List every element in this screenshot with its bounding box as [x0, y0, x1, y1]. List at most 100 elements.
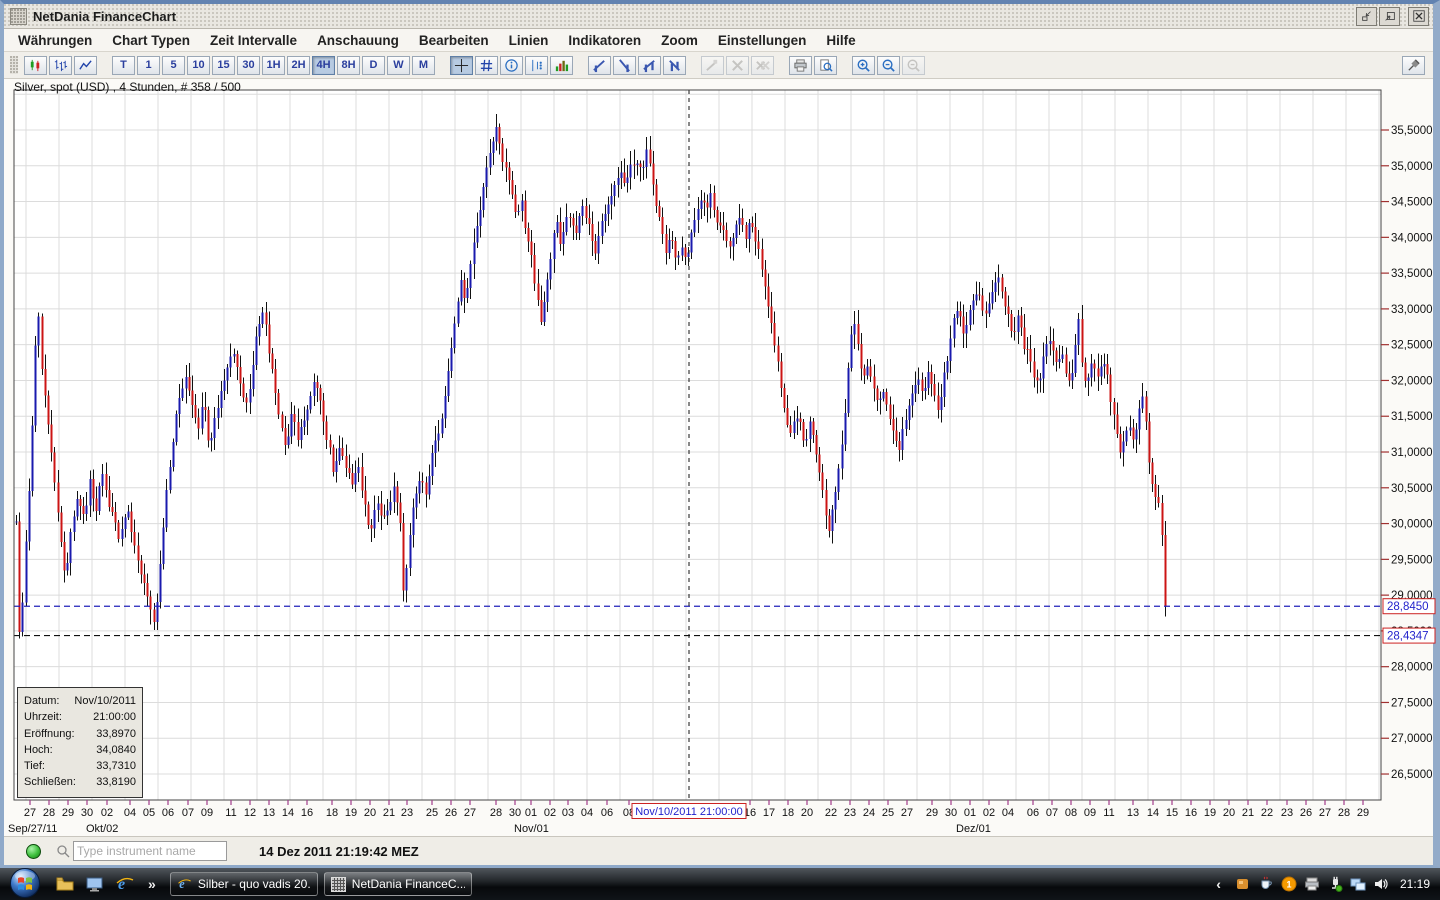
- tooltip-row: Uhrzeit: 21:00:00: [24, 709, 136, 725]
- java-update-icon[interactable]: [1257, 875, 1275, 893]
- minimize-icon: [1361, 11, 1371, 21]
- ohlc-tooltip: Datum: Nov/10/2011 Uhrzeit: 21:00:00 Eröffnu…: [17, 687, 143, 798]
- tray-app-icon[interactable]: [1234, 875, 1252, 893]
- tooltip-value: 33,8190: [96, 776, 136, 789]
- interval-button-15[interactable]: 15: [212, 55, 235, 75]
- app-window: NetDania FinanceChart Währungen Chart Typ…: [0, 0, 1440, 868]
- print-button[interactable]: [789, 55, 812, 75]
- toolbar-grip[interactable]: [10, 56, 18, 74]
- crosshair-button[interactable]: [450, 55, 473, 75]
- zoom-reset-icon: [907, 59, 920, 72]
- tray-collapse-chevron[interactable]: ‹: [1216, 876, 1221, 892]
- trendline-button[interactable]: [588, 55, 611, 75]
- interval-button-1[interactable]: 1: [137, 55, 160, 75]
- zoom-in-icon: [857, 59, 870, 72]
- taskbar-button-label: Silber - quo vadis 20...: [197, 877, 311, 891]
- title-bar[interactable]: NetDania FinanceChart: [4, 4, 1433, 29]
- menu-item-wa-hrungen[interactable]: Währungen: [8, 31, 102, 50]
- tooltip-row: Hoch: 34,0840: [24, 742, 136, 758]
- info-bubble-button[interactable]: [500, 55, 523, 75]
- interval-button-t[interactable]: T: [112, 55, 135, 75]
- instrument-label: Silver, spot (USD) , 4 Stunden, # 358 / …: [14, 80, 241, 94]
- tooltip-label: Uhrzeit:: [24, 711, 62, 724]
- maximize-button[interactable]: [1379, 6, 1400, 26]
- menu-item-anschauung[interactable]: Anschauung: [307, 31, 409, 50]
- delete-line-button[interactable]: [726, 55, 749, 75]
- start-button[interactable]: [8, 866, 42, 900]
- network-icon[interactable]: [1349, 875, 1367, 893]
- interval-button-8h[interactable]: 8H: [337, 55, 360, 75]
- grid-icon: [480, 59, 493, 71]
- quick-launch-overflow-chevron[interactable]: »: [148, 876, 156, 892]
- interval-button-w[interactable]: W: [387, 55, 410, 75]
- menu-item-indikatoren[interactable]: Indikatoren: [558, 31, 651, 50]
- candlestick-chart-icon: [30, 59, 40, 71]
- svg-text:1: 1: [1286, 880, 1291, 890]
- internet-explorer-icon[interactable]: e: [114, 873, 136, 895]
- tooltip-label: Tief:: [24, 760, 45, 773]
- tooltip-value: 21:00:00: [93, 711, 136, 724]
- trend-4-icon: [669, 59, 680, 71]
- tooltip-label: Schließen:: [24, 776, 76, 789]
- regression-line-button[interactable]: [663, 55, 686, 75]
- ohlc-bars-button[interactable]: [49, 55, 72, 75]
- menu-item-zoom[interactable]: Zoom: [651, 31, 708, 50]
- trendline-extended-button[interactable]: [613, 55, 636, 75]
- tooltip-row: Schließen: 33,8190: [24, 774, 136, 790]
- volume-icon[interactable]: [1372, 875, 1390, 893]
- app-icon: [10, 7, 27, 25]
- folder-icon[interactable]: [54, 873, 76, 895]
- zoom-in-button[interactable]: [852, 55, 875, 75]
- price-marker-button[interactable]: [525, 55, 548, 75]
- quick-launch: e »: [50, 873, 164, 895]
- menu-item-linien[interactable]: Linien: [499, 31, 559, 50]
- interval-button-2h[interactable]: 2H: [287, 55, 310, 75]
- menu-item-einstellungen[interactable]: Einstellungen: [708, 31, 817, 50]
- interval-button-30[interactable]: 30: [237, 55, 260, 75]
- print-preview-button[interactable]: [814, 55, 837, 75]
- menu-item-zeit-intervalle[interactable]: Zeit Intervalle: [200, 31, 307, 50]
- candlestick-chart-button[interactable]: [24, 55, 47, 75]
- toolbar-pin-button[interactable]: [1402, 55, 1425, 75]
- zoom-reset-button[interactable]: [902, 55, 925, 75]
- channel-line-button[interactable]: [638, 55, 661, 75]
- tooltip-label: Hoch:: [24, 743, 53, 756]
- volume-button[interactable]: [550, 55, 573, 75]
- delete-line-icon: [732, 59, 743, 71]
- zoom-out-icon: [882, 59, 895, 72]
- menu-item-chart-typen[interactable]: Chart Typen: [102, 31, 200, 50]
- edit-line-button[interactable]: [701, 55, 724, 75]
- update-badge-icon[interactable]: 1: [1280, 875, 1298, 893]
- taskbar-button-silber-quo-vadis-20[interactable]: e Silber - quo vadis 20...: [169, 872, 318, 896]
- minimize-button[interactable]: [1356, 6, 1377, 26]
- printer-icon[interactable]: [1303, 875, 1321, 893]
- internet-explorer-icon: e: [177, 877, 191, 891]
- server-timestamp: 14 Dez 2011 21:19:42 MEZ: [259, 843, 419, 859]
- chart-panel[interactable]: Silver, spot (USD) , 4 Stunden, # 358 / …: [4, 79, 1433, 836]
- line-chart-icon: [79, 59, 92, 70]
- tooltip-value: 34,0840: [96, 743, 136, 756]
- zoom-out-button[interactable]: [877, 55, 900, 75]
- interval-button-1h[interactable]: 1H: [262, 55, 285, 75]
- bar-chart-icon: [54, 59, 68, 71]
- show-desktop-icon[interactable]: [84, 873, 106, 895]
- interval-button-10[interactable]: 10: [187, 55, 210, 75]
- interval-button-4h[interactable]: 4H: [312, 55, 335, 75]
- tooltip-value: 33,8970: [96, 727, 136, 740]
- menu-item-bearbeiten[interactable]: Bearbeiten: [409, 31, 499, 50]
- close-icon: [1412, 10, 1425, 22]
- menu-item-hilfe[interactable]: Hilfe: [816, 31, 865, 50]
- print-preview-icon: [820, 58, 833, 72]
- close-button[interactable]: [1408, 6, 1429, 26]
- netdania-app-icon: [330, 876, 346, 892]
- interval-button-5[interactable]: 5: [162, 55, 185, 75]
- task-buttons: e Silber - quo vadis 20... NetDania Financ…: [169, 872, 478, 896]
- interval-button-m[interactable]: M: [412, 55, 435, 75]
- grid-button[interactable]: [475, 55, 498, 75]
- instrument-search-input[interactable]: [73, 841, 227, 861]
- line-chart-button[interactable]: [74, 55, 97, 75]
- delete-all-lines-button[interactable]: [751, 55, 774, 75]
- power-plug-icon[interactable]: [1326, 875, 1344, 893]
- taskbar-button-netdania-financec[interactable]: NetDania FinanceC...: [323, 872, 472, 896]
- interval-button-d[interactable]: D: [362, 55, 385, 75]
